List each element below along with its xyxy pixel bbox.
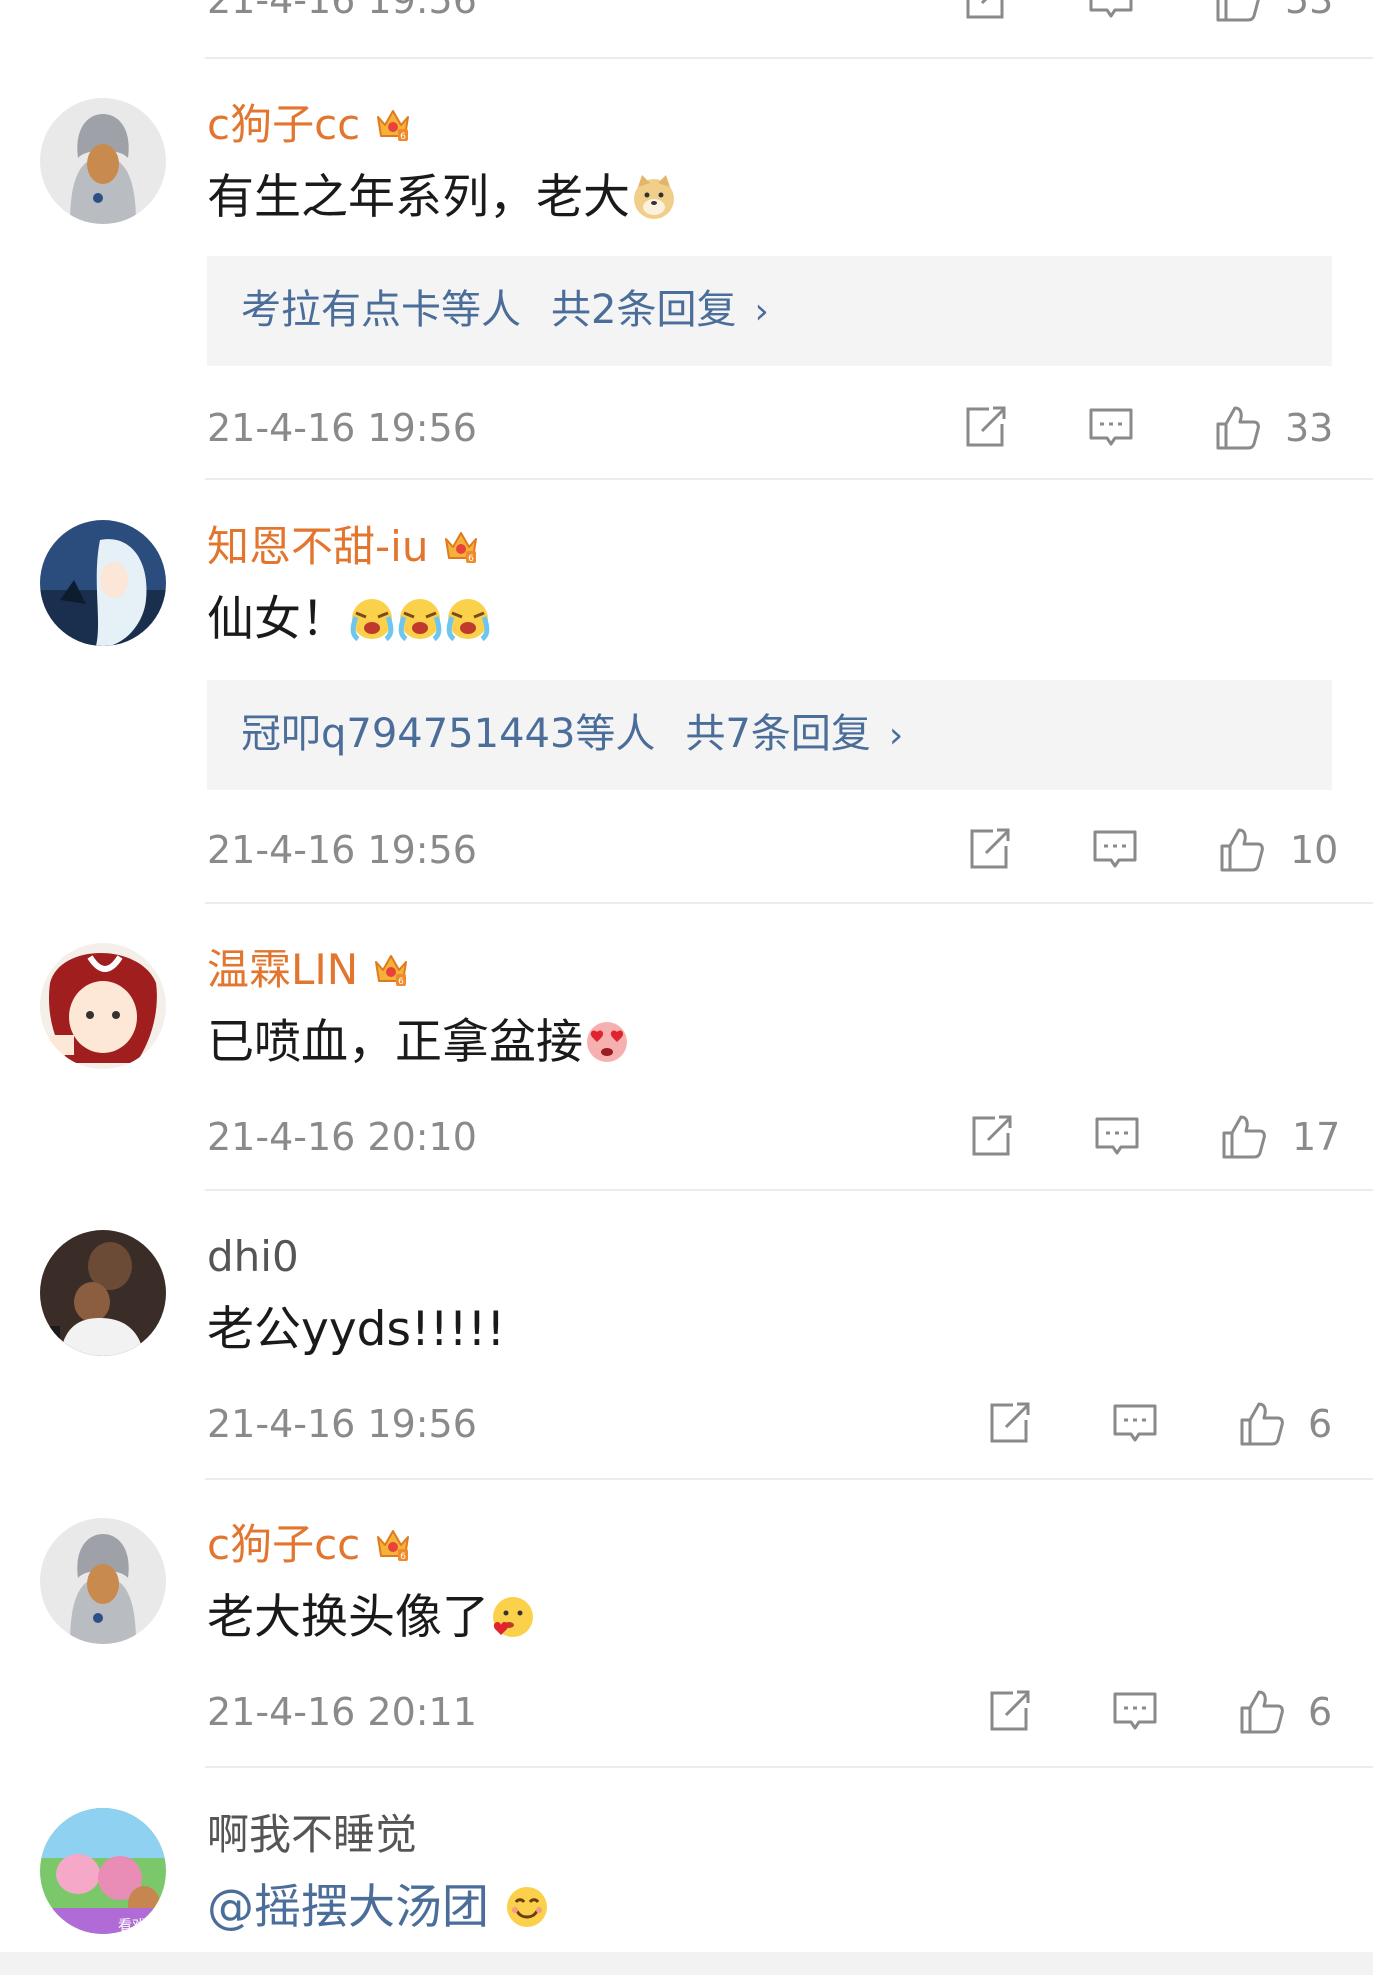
previous-comment-partial: 21-4-16 19:56 53 (0, 0, 1373, 59)
comment-meta-row: 21-4-16 20:11 6 (0, 1682, 1373, 1742)
comment-meta-row: 21-4-16 19:56 53 (0, 0, 1373, 30)
crying-emoji-icon (348, 595, 396, 643)
bottom-edge (0, 1952, 1373, 1975)
like-count: 33 (1285, 406, 1334, 450)
comment-content: 老公yyds!!!!! (207, 1300, 505, 1360)
share-icon[interactable] (960, 0, 1010, 24)
mention-link[interactable]: @摇摆大汤团 (207, 1880, 489, 1935)
comment-timestamp: 21-4-16 19:56 (207, 0, 477, 22)
avatar[interactable] (40, 520, 166, 646)
comment-timestamp: 21-4-16 19:56 (207, 1402, 477, 1446)
chevron-right-icon: › (888, 715, 904, 756)
comment-content: 老大换头像了 (207, 1588, 537, 1648)
comment-content: 有生之年系列，老大 (207, 168, 678, 228)
heart-eyes-emoji-icon (583, 1018, 631, 1066)
username[interactable]: dhi0 (207, 1232, 299, 1282)
avatar[interactable] (40, 1518, 166, 1644)
reply-summary-box[interactable]: 考拉有点卡等人 共2条回复 › (207, 256, 1332, 366)
comment-meta-row: 21-4-16 19:56 33 (0, 398, 1373, 458)
reply-count-link[interactable]: 共2条回复 (551, 287, 736, 333)
comment-timestamp: 21-4-16 20:10 (207, 1115, 477, 1159)
username[interactable]: c狗子cc (207, 100, 412, 150)
share-icon[interactable] (984, 1398, 1034, 1448)
comment-text: 已喷血，正拿盆接 (207, 1015, 583, 1070)
like-icon[interactable] (1212, 402, 1262, 452)
divider (205, 902, 1373, 904)
reply-count-link[interactable]: 共7条回复 (685, 711, 870, 757)
like-count: 6 (1308, 1690, 1333, 1734)
comment-text: 仙女！ (207, 592, 348, 647)
username[interactable]: c狗子cc (207, 1520, 412, 1570)
comment-text: 有生之年系列，老大 (207, 170, 630, 225)
chevron-right-icon: › (754, 291, 769, 332)
comment-icon[interactable] (1110, 1398, 1160, 1448)
username-text[interactable]: c狗子cc (207, 100, 360, 149)
comment-timestamp: 21-4-16 20:11 (207, 1690, 477, 1734)
username-text[interactable]: 知恩不甜-iu (207, 522, 428, 571)
vip-crown-icon (374, 1525, 412, 1563)
divider (205, 478, 1373, 480)
comment-meta-row: 21-4-16 19:56 6 (0, 1394, 1373, 1454)
comment-meta-row: 21-4-16 20:10 17 (0, 1107, 1373, 1167)
avatar[interactable] (40, 943, 166, 1069)
like-icon[interactable] (1212, 0, 1262, 24)
reply-names: 考拉有点卡等人 (241, 287, 521, 333)
comment-icon[interactable] (1090, 824, 1140, 874)
username-text[interactable]: c狗子cc (207, 1520, 360, 1569)
divider (205, 1766, 1373, 1768)
username[interactable]: 啊我不睡觉 (207, 1810, 417, 1860)
share-icon[interactable] (966, 1111, 1016, 1161)
like-count: 17 (1292, 1115, 1341, 1159)
like-icon[interactable] (1218, 1111, 1268, 1161)
divider (205, 1189, 1373, 1191)
comment-text: 老大换头像了 (207, 1590, 489, 1645)
comment-content: 仙女！ (207, 590, 492, 650)
divider (205, 1478, 1373, 1480)
comment-icon[interactable] (1086, 402, 1136, 452)
share-icon[interactable] (960, 402, 1010, 452)
like-icon[interactable] (1216, 824, 1266, 874)
username-text[interactable]: 温霖LIN (207, 945, 358, 994)
comment-icon[interactable] (1110, 1686, 1160, 1736)
crying-emoji-icon (396, 595, 444, 643)
comment-timestamp: 21-4-16 19:56 (207, 828, 477, 872)
share-icon[interactable] (984, 1686, 1034, 1736)
comment-timestamp: 21-4-16 19:56 (207, 406, 477, 450)
like-count: 10 (1290, 828, 1339, 872)
like-icon[interactable] (1236, 1686, 1286, 1736)
comment-content: 已喷血，正拿盆接 (207, 1013, 631, 1073)
avatar[interactable] (40, 1230, 166, 1356)
username-text[interactable]: 啊我不睡觉 (207, 1810, 417, 1859)
divider (205, 57, 1373, 59)
comment-meta-row: 21-4-16 19:56 10 (0, 820, 1373, 880)
svg-text:看戏: 看戏 (118, 1918, 146, 1934)
reply-summary-box[interactable]: 冠叩q794751443等人 共7条回复 › (207, 680, 1332, 790)
username[interactable]: 知恩不甜-iu (207, 522, 480, 572)
vip-crown-icon (372, 950, 410, 988)
vip-crown-icon (442, 527, 480, 565)
comment-icon[interactable] (1086, 0, 1136, 24)
avatar[interactable]: 看戏 (40, 1808, 166, 1934)
username-text[interactable]: dhi0 (207, 1232, 299, 1281)
avatar[interactable] (40, 98, 166, 224)
comment-feed: 21-4-16 19:56 53 c狗子cc 有生之年系列，老大 考拉有点卡等人… (0, 0, 1373, 1975)
like-count: 53 (1285, 0, 1334, 22)
reply-names: 冠叩q794751443等人 (241, 711, 656, 757)
drool-emoji-icon (489, 1593, 537, 1641)
comment-icon[interactable] (1092, 1111, 1142, 1161)
crying-emoji-icon (444, 595, 492, 643)
smile-emoji-icon (503, 1883, 551, 1931)
doge-emoji-icon (630, 173, 678, 221)
username[interactable]: 温霖LIN (207, 945, 410, 995)
vip-crown-icon (374, 105, 412, 143)
comment-content: @摇摆大汤团 (207, 1878, 551, 1938)
like-count: 6 (1308, 1402, 1333, 1446)
comment-text: 老公yyds!!!!! (207, 1302, 506, 1357)
share-icon[interactable] (964, 824, 1014, 874)
like-icon[interactable] (1236, 1398, 1286, 1448)
